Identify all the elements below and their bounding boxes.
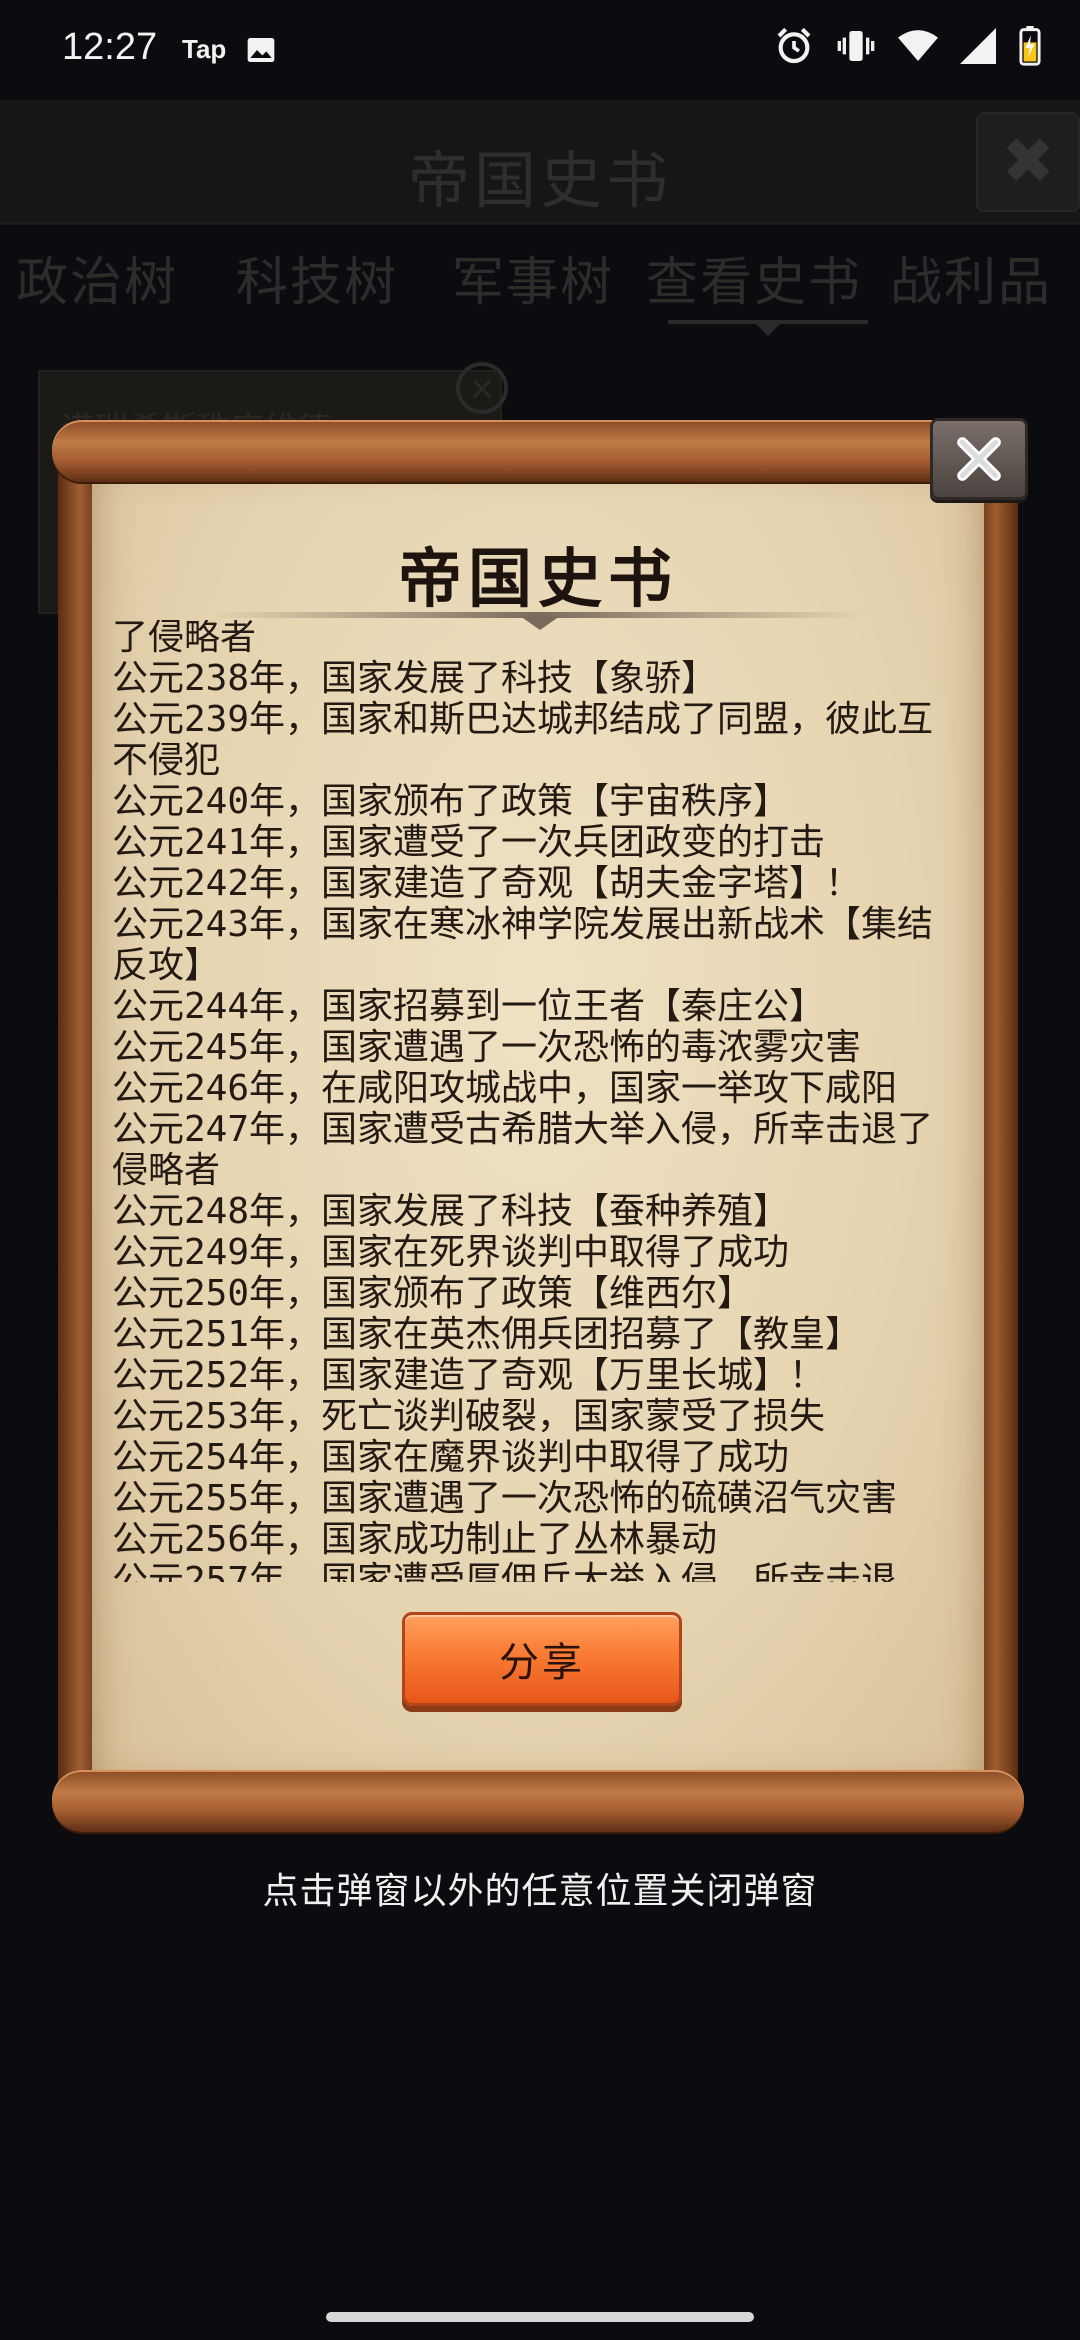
close-button[interactable]	[930, 418, 1028, 500]
history-entry: 公元249年，国家在死界谈判中取得了成功	[112, 1232, 790, 1273]
alarm-icon	[777, 27, 811, 64]
history-entry: 公元246年，在咸阳攻城战中，国家一举攻下咸阳	[112, 1068, 898, 1109]
history-entries: 了侵略者 公元238年，国家发展了科技【象骄】 公元239年，国家和斯巴达城邦结成了…	[112, 620, 942, 1582]
history-entry: 公元248年，国家发展了科技【蚕种养殖】	[112, 1191, 790, 1232]
history-entry: 公元242年，国家建造了奇观【胡夫金字塔】！	[112, 863, 862, 904]
status-bar: 12:27 Tap	[0, 0, 1080, 100]
history-entry: 公元251年，国家在英杰佣兵团招募了【教皇】	[112, 1314, 862, 1355]
history-entry: 公元255年，国家遭遇了一次恐怖的硫磺沼气灾害	[112, 1478, 898, 1519]
history-entry: 公元250年，国家颁布了政策【维西尔】	[112, 1273, 754, 1314]
history-list[interactable]: 了侵略者 公元238年，国家发展了科技【象骄】 公元239年，国家和斯巴达城邦结成了…	[112, 620, 942, 1582]
scroll-roll-bottom	[52, 1770, 1024, 1832]
scroll-roll-top	[52, 420, 1024, 482]
status-time: 12:27	[62, 26, 158, 68]
tap-indicator: Tap	[182, 34, 227, 64]
tab-military: 军事树	[452, 253, 615, 313]
history-entry: 公元256年，国家成功制止了丛林暴动	[112, 1519, 718, 1560]
history-entry: 公元238年，国家发展了科技【象骄】	[112, 658, 718, 699]
image-icon	[247, 38, 275, 62]
history-entry: 公元243年，国家在寒冰神学院发展出新战术【集结反攻】	[112, 904, 934, 986]
tab-politics: 政治树	[16, 253, 179, 313]
history-entry: 公元254年，国家在魔界谈判中取得了成功	[112, 1437, 790, 1478]
dialog-title: 帝国史书	[398, 542, 678, 617]
gesture-nav-bar[interactable]	[326, 2312, 754, 2322]
tab-history: 查看史书	[646, 253, 863, 313]
background-card-close-icon: ×	[456, 362, 508, 414]
active-tab-indicator	[668, 320, 868, 336]
history-entry: 公元239年，国家和斯巴达城邦结成了同盟，彼此互不侵犯	[112, 699, 934, 781]
signal-icon	[960, 28, 996, 64]
tab-technology: 科技树	[236, 253, 399, 313]
history-entry: 公元241年，国家遭受了一次兵团政变的打击	[112, 822, 826, 863]
background-title: 帝国史书	[407, 144, 672, 217]
share-button[interactable]: 分享	[402, 1612, 682, 1706]
history-entry: 公元257年，国家遭受厚佣兵大举入侵，所幸击退	[112, 1560, 898, 1582]
close-icon	[957, 437, 1001, 481]
background-close-icon: ✖	[976, 112, 1080, 212]
wifi-icon	[898, 30, 938, 61]
battery-charging-icon	[1019, 26, 1041, 66]
history-entry: 了侵略者	[112, 620, 257, 658]
history-entry: 公元244年，国家招募到一位王者【秦庄公】	[112, 986, 826, 1027]
history-entry: 公元252年，国家建造了奇观【万里长城】！	[112, 1355, 826, 1396]
background-tabs: 政治树 科技树 军事树 查看史书 战利品	[0, 240, 1080, 320]
tab-spoils: 战利品	[890, 253, 1053, 313]
history-entry: 公元253年，死亡谈判破裂，国家蒙受了损失	[112, 1396, 826, 1437]
vibrate-icon	[837, 31, 875, 61]
background-header: 帝国史书 ✖	[0, 100, 1080, 225]
history-entry: 公元247年，国家遭受古希腊大举入侵，所幸击退了侵略者	[112, 1109, 934, 1191]
history-entry: 公元245年，国家遭遇了一次恐怖的毒浓雾灾害	[112, 1027, 862, 1068]
dismiss-hint: 点击弹窗以外的任意位置关闭弹窗	[262, 1871, 818, 1912]
history-entry: 公元240年，国家颁布了政策【宇宙秩序】	[112, 781, 790, 822]
title-divider	[212, 612, 864, 630]
